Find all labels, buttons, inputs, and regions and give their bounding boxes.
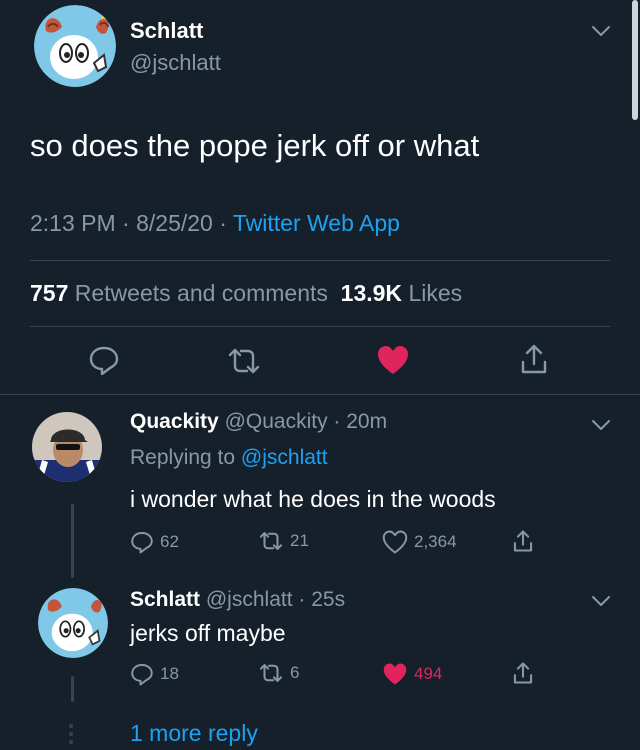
replying-to-handle[interactable]: @jschlatt (241, 446, 328, 469)
reply-author-handle[interactable]: @jschlatt (206, 588, 293, 611)
scrollbar[interactable] (632, 0, 638, 120)
chevron-down-icon[interactable] (590, 594, 612, 608)
reply-action[interactable]: 18 (130, 662, 179, 686)
more-replies-link[interactable]: 1 more reply (130, 720, 258, 747)
tweet-stats: 757 Retweets and comments 13.9K Likes (30, 280, 462, 307)
avatar-schlatt[interactable] (34, 5, 116, 87)
divider (30, 326, 610, 327)
reply-author-name[interactable]: Quackity (130, 410, 219, 433)
reply-header: Schlatt @jschlatt · 25s (130, 588, 346, 611)
heart-icon (382, 530, 408, 554)
likes-stat[interactable]: 13.9K Likes (341, 280, 462, 306)
chevron-down-icon[interactable] (590, 24, 612, 38)
divider (0, 394, 640, 395)
like-action[interactable]: 494 (382, 662, 442, 686)
reply-count: 62 (160, 532, 179, 551)
reply-age[interactable]: 20m (346, 410, 387, 433)
share-icon[interactable] (512, 528, 534, 554)
retweet-icon (259, 664, 283, 682)
tweet-text: so does the pope jerk off or what (30, 128, 480, 163)
retweet-action[interactable]: 6 (258, 662, 299, 684)
avatar-schlatt-image (34, 5, 116, 87)
author-name[interactable]: Schlatt (130, 18, 203, 44)
reply-author-name[interactable]: Schlatt (130, 588, 200, 611)
reply-text: i wonder what he does in the woods (130, 486, 496, 512)
avatar-quackity[interactable] (32, 412, 102, 482)
heart-icon (383, 663, 407, 685)
reply-age[interactable]: 25s (311, 588, 345, 611)
tweet-source-link[interactable]: Twitter Web App (233, 210, 400, 236)
share-icon[interactable] (519, 342, 549, 376)
avatar-schlatt-image (38, 588, 108, 658)
author-handle[interactable]: @jschlatt (130, 50, 221, 76)
retweet-icon[interactable] (226, 346, 262, 376)
reply-icon (131, 664, 153, 686)
reply-header: Quackity @Quackity · 20m (130, 410, 388, 433)
reply-author-handle[interactable]: @Quackity (225, 410, 328, 433)
replying-to-prefix: Replying to (130, 446, 236, 469)
reply-text: jerks off maybe (130, 620, 286, 646)
divider (30, 260, 610, 261)
retweets-label: Retweets and comments (74, 280, 328, 306)
retweets-count: 757 (30, 280, 69, 306)
avatar-quackity-image (32, 412, 102, 482)
retweet-action[interactable]: 21 (258, 530, 309, 552)
tweet-time: 2:13 PM (30, 210, 116, 236)
chevron-down-icon[interactable] (590, 418, 612, 432)
retweet-icon (259, 532, 283, 550)
like-count: 494 (414, 664, 443, 683)
tweet-meta: 2:13 PM · 8/25/20 · Twitter Web App (30, 210, 400, 236)
vertical-dots-icon (69, 724, 73, 744)
reply-count: 18 (160, 664, 179, 683)
likes-label: Likes (408, 280, 463, 306)
retweets-stat[interactable]: 757 Retweets and comments (30, 280, 328, 306)
likes-count: 13.9K (340, 280, 403, 306)
reply-action[interactable]: 62 (130, 530, 179, 554)
avatar-schlatt[interactable] (38, 588, 108, 658)
like-action[interactable]: 2,364 (382, 530, 457, 554)
thread-line (71, 676, 74, 702)
tweet-date[interactable]: 8/25/20 (136, 210, 213, 236)
share-icon[interactable] (512, 660, 534, 686)
reply-icon[interactable] (88, 344, 120, 376)
replying-to: Replying to @jschlatt (130, 446, 328, 470)
retweet-count: 6 (290, 663, 300, 682)
reply-icon (131, 532, 153, 554)
thread-line (71, 504, 74, 578)
retweet-count: 21 (290, 531, 309, 550)
heart-icon[interactable] (376, 344, 410, 376)
like-count: 2,364 (414, 532, 457, 551)
